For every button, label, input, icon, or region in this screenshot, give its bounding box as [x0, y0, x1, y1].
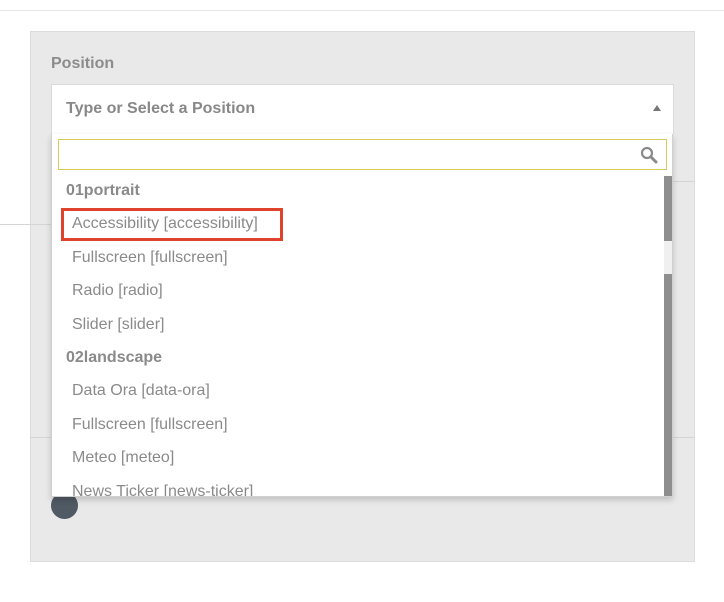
- dropdown-option[interactable]: Accessibility [accessibility]: [52, 207, 664, 241]
- background-divider: [0, 224, 52, 225]
- dropdown-option[interactable]: Slider [slider]: [52, 308, 664, 342]
- dropdown-scrollbar-thumb[interactable]: [664, 274, 672, 496]
- top-divider: [0, 10, 724, 11]
- search-icon: [640, 146, 658, 164]
- dropdown-option[interactable]: Data Ora [data-ora]: [52, 374, 664, 408]
- dropdown-search-box[interactable]: [58, 139, 667, 170]
- position-select[interactable]: Type or Select a Position: [51, 84, 674, 134]
- dropdown-option-list: 01portrait Accessibility [accessibility] F…: [52, 174, 664, 497]
- background-divider: [30, 437, 52, 438]
- dropdown-search-input[interactable]: [59, 140, 645, 169]
- background-divider: [673, 181, 695, 182]
- position-select-placeholder: Type or Select a Position: [66, 100, 256, 117]
- option-group-label: 02landscape: [66, 349, 163, 366]
- dropdown-option[interactable]: Fullscreen [fullscreen]: [52, 408, 664, 442]
- dropdown-option[interactable]: News Ticker [news-ticker]: [52, 475, 664, 497]
- position-dropdown: 01portrait Accessibility [accessibility] F…: [51, 134, 673, 497]
- dropdown-scrollbar-thumb[interactable]: [664, 176, 672, 241]
- dropdown-option[interactable]: Meteo [meteo]: [52, 441, 664, 475]
- background-divider: [673, 437, 695, 438]
- dropdown-option[interactable]: Fullscreen [fullscreen]: [52, 241, 664, 275]
- caret-up-icon[interactable]: [653, 105, 661, 111]
- option-group-label: 01portrait: [66, 182, 140, 199]
- dropdown-option[interactable]: Radio [radio]: [52, 274, 664, 308]
- position-label: Position: [51, 55, 115, 72]
